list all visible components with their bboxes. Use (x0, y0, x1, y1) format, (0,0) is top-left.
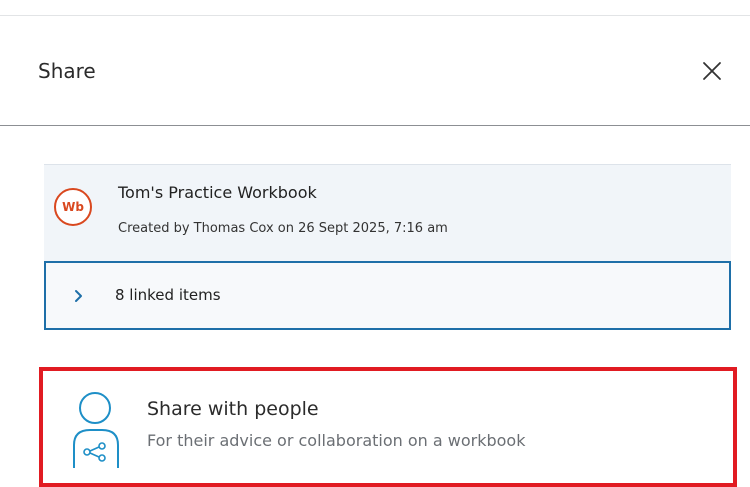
share-option-subtitle: For their advice or collaboration on a w… (147, 431, 526, 450)
share-with-people-option[interactable] (39, 367, 737, 487)
share-option-title: Share with people (147, 398, 319, 420)
dialog-header (0, 16, 750, 125)
linked-items-label: 8 linked items (115, 286, 221, 304)
workbook-meta: Created by Thomas Cox on 26 Sept 2025, 7… (118, 221, 448, 236)
workbook-card (44, 164, 731, 261)
dialog-title: Share (38, 59, 96, 83)
header-divider (0, 125, 750, 126)
share-people-icon (73, 392, 119, 468)
workbook-badge-icon: Wb (54, 188, 92, 226)
chevron-right-icon (75, 290, 82, 302)
workbook-name: Tom's Practice Workbook (118, 183, 317, 202)
close-icon (703, 62, 721, 80)
close-button[interactable] (700, 59, 724, 83)
